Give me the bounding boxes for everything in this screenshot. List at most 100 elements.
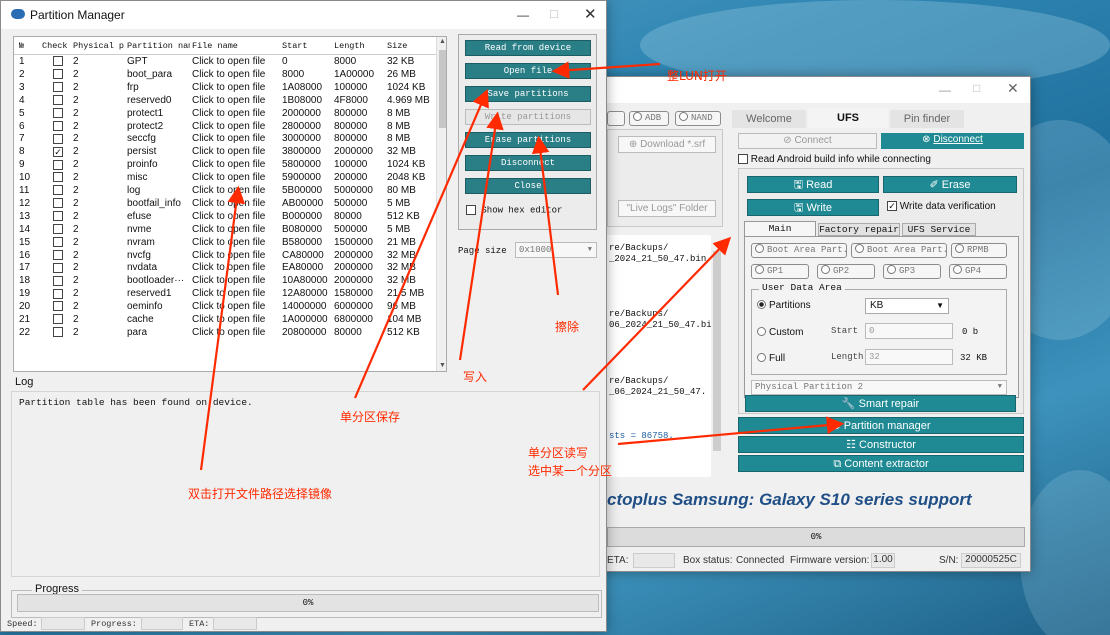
table-row[interactable]: 14 2 nvme Click to open file B080000 500000 5 … — [14, 223, 436, 236]
file-name-cell[interactable]: Click to open file — [192, 159, 265, 170]
write-partitions-button[interactable]: Write partitions — [465, 109, 591, 125]
mode-radio-adb[interactable]: ADB — [629, 111, 669, 126]
erase-partitions-button[interactable]: Erase partitions — [465, 132, 591, 148]
file-name-cell[interactable]: Click to open file — [192, 198, 265, 209]
column-header[interactable]: Partition nam — [127, 41, 190, 51]
file-name-cell[interactable]: Click to open file — [192, 121, 265, 132]
row-checkbox[interactable] — [53, 236, 63, 248]
constructor-button[interactable]: ☷ Constructor — [738, 436, 1024, 453]
row-checkbox[interactable] — [53, 133, 63, 144]
file-name-cell[interactable]: Click to open file — [192, 314, 265, 325]
table-row[interactable]: 1 2 GPT Click to open file 0 8000 32 KB — [14, 55, 436, 68]
verify-checkbox[interactable]: ✓ Write data verification — [887, 201, 996, 212]
row-checkbox[interactable] — [53, 95, 63, 106]
erase-button[interactable]: ✐ Erase — [883, 176, 1017, 193]
file-name-cell[interactable]: Click to open file — [192, 82, 265, 93]
column-header[interactable]: Physical p — [73, 41, 125, 51]
row-checkbox[interactable] — [53, 69, 63, 80]
pm-disconnect-button[interactable]: Disconnect — [465, 155, 591, 171]
table-row[interactable]: 15 2 nvram Click to open file B580000 1500000… — [14, 236, 436, 249]
table-row[interactable]: 17 2 nvdata Click to open file EA80000 200000… — [14, 261, 436, 274]
maximize-icon[interactable]: □ — [973, 81, 980, 95]
subtab-main[interactable]: Main — [744, 221, 816, 236]
show-hex-checkbox[interactable]: Show hex editor — [466, 205, 562, 215]
radio-rpmb[interactable]: RPMB — [951, 243, 1007, 258]
table-row[interactable]: 7 2 seccfg Click to open file 3000000 800000 8… — [14, 132, 436, 145]
row-checkbox[interactable] — [53, 82, 63, 93]
radio-gp4[interactable]: GP4 — [949, 264, 1007, 279]
file-name-cell[interactable]: Click to open file — [192, 211, 265, 222]
length-input[interactable]: 32 — [865, 349, 953, 365]
row-checkbox[interactable] — [53, 211, 63, 222]
radio-partitions[interactable]: Partitions — [757, 300, 811, 311]
table-row[interactable]: 3 2 frp Click to open file 1A08000 100000 1024… — [14, 81, 436, 94]
file-name-cell[interactable]: Click to open file — [192, 262, 265, 273]
row-checkbox[interactable] — [53, 327, 63, 338]
row-checkbox[interactable] — [53, 172, 63, 183]
start-input[interactable]: 0 — [865, 323, 953, 339]
physical-partition-select[interactable]: Physical Partition 2 ▼ — [751, 380, 1007, 395]
file-name-cell[interactable]: Click to open file — [192, 185, 265, 196]
radio-gp2[interactable]: GP2 — [817, 264, 875, 279]
mode-radio-hidden[interactable] — [607, 111, 625, 126]
radio-full[interactable]: Full — [757, 353, 785, 364]
octo-log-scrollbar[interactable] — [711, 235, 723, 477]
file-name-cell[interactable]: Click to open file — [192, 69, 265, 80]
unit-select[interactable]: KB ▼ — [865, 298, 949, 314]
table-row[interactable]: 12 2 bootfail_info Click to open file AB0000… — [14, 197, 436, 210]
table-row[interactable]: 16 2 nvcfg Click to open file CA80000 2000000… — [14, 249, 436, 262]
tab-welcome[interactable]: Welcome — [732, 110, 806, 128]
table-row[interactable]: 6 2 protect2 Click to open file 2800000 80000… — [14, 120, 436, 133]
column-header[interactable]: Check — [42, 41, 71, 51]
table-row[interactable]: 4 2 reserved0 Click to open file 1B08000 4F80… — [14, 94, 436, 107]
file-name-cell[interactable]: Click to open file — [192, 146, 265, 157]
radio-custom[interactable]: Custom — [757, 327, 803, 338]
scroll-down-icon[interactable]: ▼ — [439, 362, 446, 369]
download-srf-button[interactable]: ⊕ Download *.srf — [618, 136, 716, 153]
row-checkbox[interactable] — [53, 275, 63, 286]
file-name-cell[interactable]: Click to open file — [192, 327, 265, 338]
minimize-icon[interactable]: — — [939, 83, 951, 97]
row-checkbox[interactable] — [53, 107, 63, 119]
table-row[interactable]: 21 2 cache Click to open file 1A000000 680000… — [14, 313, 436, 326]
page-size-select[interactable]: 0x1000 ▼ — [515, 242, 597, 258]
minimize-icon[interactable]: — — [517, 8, 529, 22]
pm-close-button[interactable]: Close — [465, 178, 591, 194]
table-row[interactable]: 10 2 misc Click to open file 5900000 200000 20… — [14, 171, 436, 184]
row-checkbox[interactable] — [53, 288, 63, 299]
table-row[interactable]: 18 2 bootloader··· Click to open file 10A800… — [14, 274, 436, 287]
read-button[interactable]: 🖫 Read — [747, 176, 879, 193]
file-name-cell[interactable]: Click to open file — [192, 133, 265, 144]
read-info-checkbox[interactable]: Read Android build info while connecting — [738, 154, 931, 165]
file-name-cell[interactable]: Click to open file — [192, 224, 265, 235]
open-file-button[interactable]: Open file — [465, 63, 591, 79]
table-row[interactable]: 9 2 proinfo Click to open file 5800000 100000… — [14, 158, 436, 171]
row-checkbox[interactable] — [53, 120, 63, 132]
close-icon[interactable]: ✕ — [1007, 80, 1019, 97]
tab-ufs[interactable]: UFS — [808, 108, 888, 128]
table-row[interactable]: 2 2 boot_para Click to open file 8000 1A00000… — [14, 68, 436, 81]
file-name-cell[interactable]: Click to open file — [192, 172, 265, 183]
row-checkbox[interactable] — [53, 314, 63, 325]
file-name-cell[interactable]: Click to open file — [192, 237, 265, 248]
table-row[interactable]: 5 2 protect1 Click to open file 2000000 80000… — [14, 107, 436, 120]
radio-boot-a[interactable]: Boot Area Part. — [751, 243, 847, 258]
radio-boot-b[interactable]: Boot Area Part. — [851, 243, 947, 258]
close-icon[interactable]: ✕ — [584, 5, 597, 23]
disconnect-button[interactable]: ⊗ Disconnect — [881, 133, 1024, 149]
column-header[interactable]: Size — [387, 41, 432, 51]
save-partitions-button[interactable]: Save partitions — [465, 86, 591, 102]
row-checkbox[interactable] — [53, 159, 63, 170]
column-header[interactable]: File name — [192, 41, 280, 51]
live-logs-button[interactable]: "Live Logs" Folder — [618, 200, 716, 217]
file-name-cell[interactable]: Click to open file — [192, 108, 265, 119]
column-header[interactable]: Length — [334, 41, 385, 51]
column-header[interactable]: Start — [282, 41, 332, 51]
write-button[interactable]: 🖫 Write — [747, 199, 879, 216]
read-from-device-button[interactable]: Read from device — [465, 40, 591, 56]
mode-radio-nand[interactable]: NAND — [675, 111, 721, 126]
row-checkbox[interactable] — [53, 224, 63, 235]
table-row[interactable]: 19 2 reserved1 Click to open file 12A80000 15… — [14, 287, 436, 300]
file-name-cell[interactable]: Click to open file — [192, 275, 265, 286]
partition-manager-button[interactable]: ⊕ Partition manager — [738, 417, 1024, 434]
